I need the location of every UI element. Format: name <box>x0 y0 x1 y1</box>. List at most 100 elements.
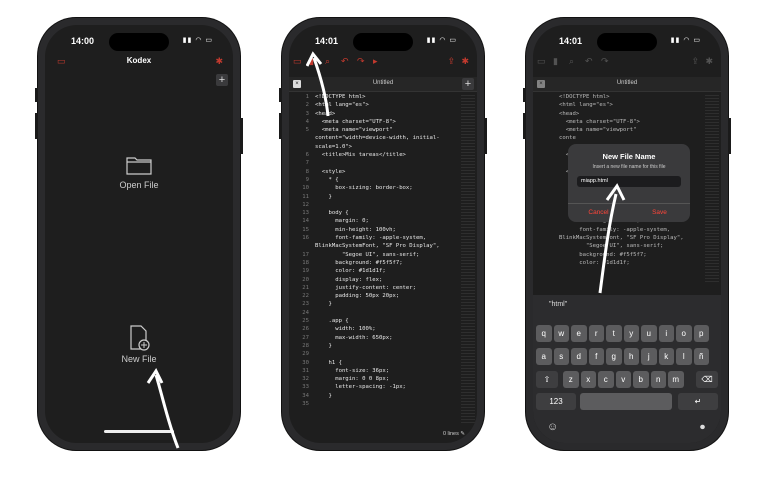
open-file-button[interactable]: Open File <box>85 155 193 200</box>
code-line[interactable]: 8 <style> <box>289 168 461 176</box>
key-q[interactable]: q <box>536 325 552 342</box>
key-n[interactable]: n <box>650 371 666 388</box>
code-line[interactable]: <head> <box>533 110 705 118</box>
share-icon[interactable]: ⇪ <box>691 56 699 67</box>
key-x[interactable]: x <box>580 371 596 388</box>
key-r[interactable]: r <box>588 325 604 342</box>
code-line[interactable]: 28 } <box>289 342 461 350</box>
code-line[interactable]: 13 body { <box>289 209 461 217</box>
emoji-icon[interactable]: ☺ <box>547 421 558 433</box>
key-f[interactable]: f <box>588 348 604 365</box>
key-g[interactable]: g <box>606 348 622 365</box>
code-line[interactable]: 12 <box>289 201 461 209</box>
code-line[interactable]: 33 letter-spacing: -1px; <box>289 383 461 391</box>
key-c[interactable]: c <box>598 371 614 388</box>
code-line[interactable]: 24 <box>289 309 461 317</box>
key-y[interactable]: y <box>623 325 639 342</box>
key-o[interactable]: o <box>676 325 692 342</box>
status-bar: 14:00 ▮▮ ◠ ▭ <box>45 36 233 50</box>
backspace-key[interactable]: ⌫ <box>696 371 718 388</box>
code-line[interactable]: 27 max-width: 650px; <box>289 334 461 342</box>
code-line[interactable]: 9 * { <box>289 176 461 184</box>
key-u[interactable]: u <box>641 325 657 342</box>
code-line[interactable]: 17 "Segoe UI", sans-serif; <box>289 251 461 259</box>
key-b[interactable]: b <box>633 371 649 388</box>
code-editor[interactable]: 1 <!DOCTYPE html> 2 <html lang="es"> 3 <head>… <box>289 93 461 443</box>
search-icon[interactable]: ⌕ <box>569 56 574 67</box>
add-tab-button[interactable]: + <box>462 78 474 90</box>
key-j[interactable]: j <box>641 348 657 365</box>
code-line[interactable]: scale=1.0"> <box>289 143 461 151</box>
code-line[interactable]: 25 .app { <box>289 317 461 325</box>
code-line[interactable]: 34 } <box>289 392 461 400</box>
code-text: <html lang="es"> <box>559 102 613 109</box>
code-line[interactable]: 18 background: #f5f5f7; <box>289 259 461 267</box>
settings-icon[interactable]: ✱ <box>215 56 223 67</box>
key-d[interactable]: d <box>571 348 587 365</box>
code-line[interactable]: 31 font-size: 36px; <box>289 367 461 375</box>
code-line[interactable]: BlinkMacSystemFont, "SF Pro Display", <box>289 242 461 250</box>
key-w[interactable]: w <box>553 325 569 342</box>
code-line[interactable]: content="width=device-width, initial- <box>289 134 461 142</box>
key-z[interactable]: z <box>563 371 579 388</box>
folder-icon[interactable]: ▭ <box>537 56 546 67</box>
pencil-icon[interactable]: ✎ <box>460 431 465 437</box>
play-icon[interactable]: ▸ <box>373 56 378 67</box>
key-m[interactable]: m <box>668 371 684 388</box>
tab-title[interactable]: Untitled <box>533 80 721 86</box>
code-line[interactable]: 15 min-height: 100vh; <box>289 226 461 234</box>
settings-icon[interactable]: ✱ <box>461 56 469 67</box>
key-k[interactable]: k <box>658 348 674 365</box>
numbers-key[interactable]: 123 <box>536 393 576 410</box>
signal-wifi-battery-icon: ▮▮ ◠ ▭ <box>426 37 457 44</box>
return-key[interactable]: ↵ <box>678 393 718 410</box>
key-s[interactable]: s <box>553 348 569 365</box>
key-e[interactable]: e <box>571 325 587 342</box>
code-line[interactable]: 5 <meta name="viewport" <box>289 126 461 134</box>
code-line[interactable]: 14 margin: 0; <box>289 217 461 225</box>
code-line[interactable]: 21 justify-content: center; <box>289 284 461 292</box>
code-line[interactable]: 6 <title>Mis tareas</title> <box>289 151 461 159</box>
folder-icon[interactable]: ▭ <box>293 56 302 67</box>
space-key[interactable] <box>580 393 672 410</box>
code-line[interactable]: 7 <box>289 159 461 167</box>
suggestion[interactable]: "html" <box>549 301 567 308</box>
code-line[interactable]: 26 width: 100%; <box>289 325 461 333</box>
code-line[interactable]: <!DOCTYPE html> <box>533 93 705 101</box>
key-h[interactable]: h <box>623 348 639 365</box>
code-line[interactable]: 32 margin: 0 0 8px; <box>289 375 461 383</box>
line-number: 8 <box>305 168 309 175</box>
code-line[interactable]: <html lang="es"> <box>533 101 705 109</box>
settings-icon[interactable]: ✱ <box>705 56 713 67</box>
key-v[interactable]: v <box>615 371 631 388</box>
share-icon[interactable]: ⇪ <box>447 56 455 67</box>
code-line[interactable]: 30 h1 { <box>289 359 461 367</box>
code-line[interactable]: <meta charset="UTF-8"> <box>533 118 705 126</box>
code-line[interactable]: 16 font-family: -apple-system, <box>289 234 461 242</box>
line-number: 30 <box>302 359 309 366</box>
key-a[interactable]: a <box>536 348 552 365</box>
shift-key[interactable]: ⇧ <box>536 371 558 388</box>
code-line[interactable]: <meta name="viewport" <box>533 126 705 134</box>
minimap[interactable] <box>705 95 719 283</box>
code-line[interactable]: 10 box-sizing: border-box; <box>289 184 461 192</box>
code-line[interactable]: 23 } <box>289 300 461 308</box>
add-tab-button[interactable]: + <box>216 74 228 86</box>
redo-icon[interactable]: ↷ <box>601 56 609 67</box>
key-t[interactable]: t <box>606 325 622 342</box>
microphone-icon[interactable]: ⏺ <box>700 422 705 433</box>
code-line[interactable]: 22 padding: 50px 20px; <box>289 292 461 300</box>
code-line[interactable]: conte <box>533 134 705 142</box>
code-line[interactable]: 11 } <box>289 193 461 201</box>
minimap[interactable] <box>461 95 475 423</box>
undo-icon[interactable]: ↶ <box>585 56 593 67</box>
key-i[interactable]: i <box>658 325 674 342</box>
key-p[interactable]: p <box>693 325 709 342</box>
key-l[interactable]: l <box>676 348 692 365</box>
code-line[interactable]: 29 <box>289 350 461 358</box>
code-line[interactable]: 19 color: #1d1d1f; <box>289 267 461 275</box>
save-icon[interactable]: ▮ <box>553 56 558 67</box>
key-ñ[interactable]: ñ <box>693 348 709 365</box>
code-line[interactable]: 35 <box>289 400 461 408</box>
code-line[interactable]: 20 display: flex; <box>289 276 461 284</box>
